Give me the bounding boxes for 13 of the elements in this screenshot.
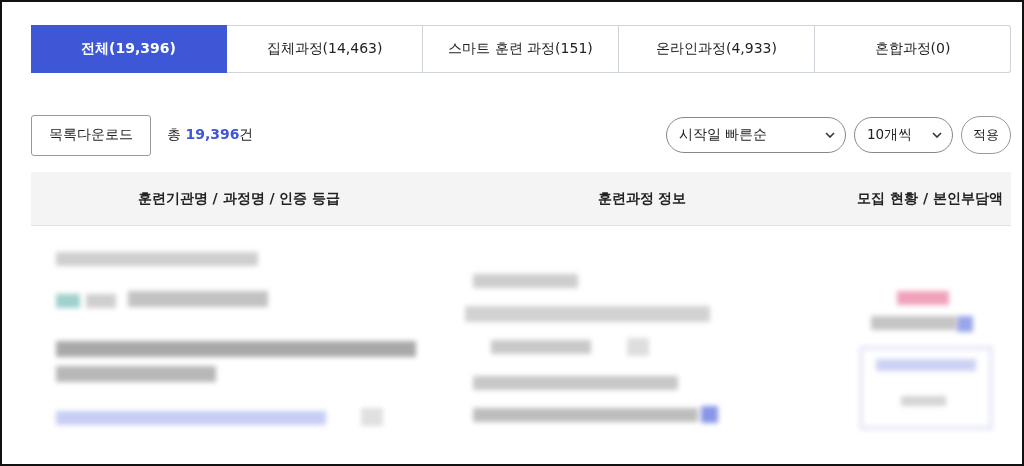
caret-icon [932, 132, 942, 138]
column-header: 훈련과정 정보 [596, 189, 688, 208]
apply-button[interactable]: 적용 [961, 116, 1011, 154]
caret-icon [825, 132, 835, 138]
filter-tab[interactable]: 스마트 훈련 과정(151) [423, 25, 619, 73]
filter-tab[interactable]: 혼합과정(0) [815, 25, 1011, 73]
filter-tab[interactable]: 집체과정(14,463) [227, 25, 423, 73]
column-header: 훈련기관명 / 과정명 / 인증 등급 [136, 189, 342, 208]
column-header: 모집 현황 / 본인부담액 [856, 189, 1004, 208]
filter-tab[interactable]: 온라인과정(4,933) [619, 25, 815, 73]
download-button[interactable]: 목록다운로드 [31, 114, 151, 156]
filter-tab[interactable]: 전체(19,396) [31, 25, 227, 73]
total-count: 총 19,396건 [167, 126, 254, 144]
